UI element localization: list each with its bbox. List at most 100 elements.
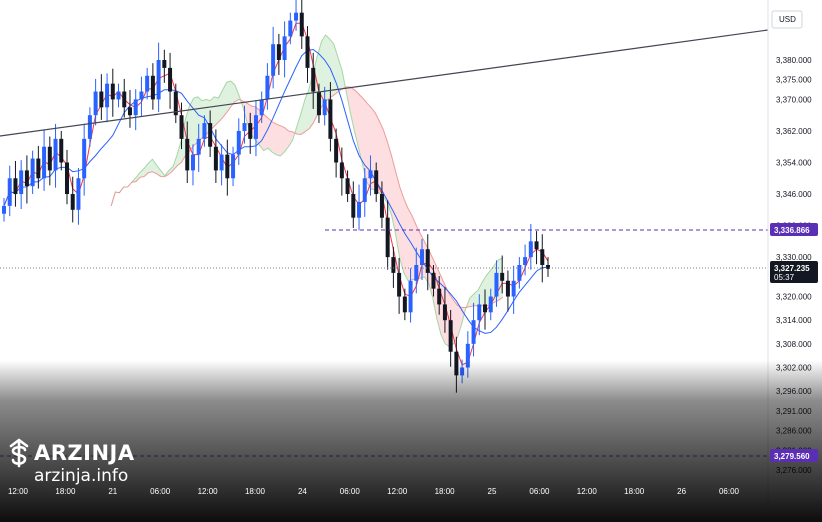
time-tick-label: 18:00 (55, 487, 76, 496)
candle-body (282, 36, 287, 60)
candle-body (185, 138, 190, 171)
candle-body (402, 296, 407, 313)
cloud-segment (350, 87, 355, 131)
candle-body (442, 304, 447, 321)
candle-body (93, 91, 98, 116)
candle-body (488, 296, 493, 313)
price-tick-label: 3,346.000 (776, 190, 812, 199)
candle-body (64, 162, 69, 195)
candle-body (414, 265, 419, 281)
watermark-logo: ARZINJA arzinja.info (8, 438, 135, 486)
cloud-segment (214, 96, 219, 127)
candle-body (248, 123, 253, 139)
candle-body (236, 130, 241, 155)
candle-body (471, 320, 476, 344)
candle-body (351, 194, 356, 218)
candle-body (494, 272, 499, 297)
time-tick-label: 25 (488, 487, 497, 496)
cloud-segment (379, 120, 384, 197)
price-tick-label: 3,314.000 (776, 316, 812, 325)
candle-body (528, 241, 533, 258)
arzinja-logo-icon (9, 438, 29, 468)
candle-body (225, 154, 230, 179)
candle-body (76, 178, 81, 210)
cloud-segment (267, 117, 272, 152)
candle-body (385, 217, 390, 258)
candle-body (53, 138, 58, 171)
time-tick-label: 18:00 (624, 487, 645, 496)
candle-body (156, 60, 161, 100)
time-tick-label: 06:00 (719, 487, 740, 496)
candle-body (42, 146, 47, 179)
candle-body (219, 154, 224, 171)
candle-body (534, 241, 539, 250)
time-tick-label: 18:00 (435, 487, 456, 496)
candle-body (483, 304, 488, 313)
candle-body (334, 138, 339, 163)
current-price-tag: 3,327.235 (774, 264, 810, 273)
candle-body (357, 201, 362, 218)
time-tick-label: 06:00 (340, 487, 361, 496)
candle-body (145, 75, 150, 92)
candle-body (82, 138, 87, 179)
price-tick-label: 3,330.000 (776, 253, 812, 262)
upper-level-tag: 3,336.866 (774, 226, 810, 235)
candle-body (431, 272, 436, 289)
cloud-segment (280, 125, 285, 156)
candle-body (397, 272, 402, 297)
candle-body (99, 91, 104, 108)
price-tick-label: 3,375.000 (776, 76, 812, 85)
time-tick-label: 12:00 (8, 487, 29, 496)
candle-body (477, 304, 482, 321)
candle-body (116, 91, 121, 100)
cloud-segment (482, 275, 487, 307)
candle-body (299, 12, 304, 37)
candle-body (379, 194, 384, 218)
cloud-segment (300, 99, 305, 135)
candle-body (345, 178, 350, 195)
candle-body (253, 115, 258, 139)
countdown-tag: 05:37 (774, 273, 795, 282)
price-tick-label: 3,362.000 (776, 127, 812, 136)
candle-body (162, 60, 167, 68)
candle-body (105, 83, 110, 108)
time-tick-label: 21 (108, 487, 117, 496)
conversion-line (3, 22, 549, 366)
price-tick-label: 3,370.000 (776, 95, 812, 104)
currency-label: USD (779, 15, 796, 24)
candle-body (36, 158, 41, 179)
time-tick-label: 12:00 (577, 487, 598, 496)
candle-body (87, 115, 92, 139)
candle-body (448, 320, 453, 352)
candle-body (505, 280, 510, 297)
price-tick-label: 3,320.000 (776, 293, 812, 302)
time-tick-label: 06:00 (529, 487, 550, 496)
candle-body (540, 249, 545, 265)
candle-body (259, 99, 264, 116)
candle-body (316, 91, 321, 116)
candle-body (265, 75, 270, 100)
time-tick-label: 24 (298, 487, 307, 496)
candle-body (288, 20, 293, 37)
candle-body (425, 249, 430, 273)
candle-body (2, 205, 6, 214)
time-tick-label: 26 (677, 487, 686, 496)
candle-body (328, 99, 333, 139)
candle-body (24, 170, 29, 187)
candle-body (213, 146, 218, 171)
candle-body (139, 91, 144, 100)
candle-body (7, 178, 12, 206)
candle-body (110, 83, 115, 100)
candle-body (523, 257, 528, 265)
cloud-segment (457, 305, 462, 338)
trend-line (0, 29, 769, 137)
candle-body (437, 288, 442, 305)
chart-container: USD 3,380.000 3,375.000 3,370.000 3,362.000 3… (0, 0, 822, 522)
cloud-segment (358, 93, 363, 166)
candle-body (127, 107, 132, 116)
price-tick-label: 3,354.000 (776, 159, 812, 168)
brand-url: arzinja.info (34, 466, 129, 486)
candle-body (19, 170, 24, 195)
candle-body (179, 115, 184, 139)
candle-body (168, 67, 173, 92)
